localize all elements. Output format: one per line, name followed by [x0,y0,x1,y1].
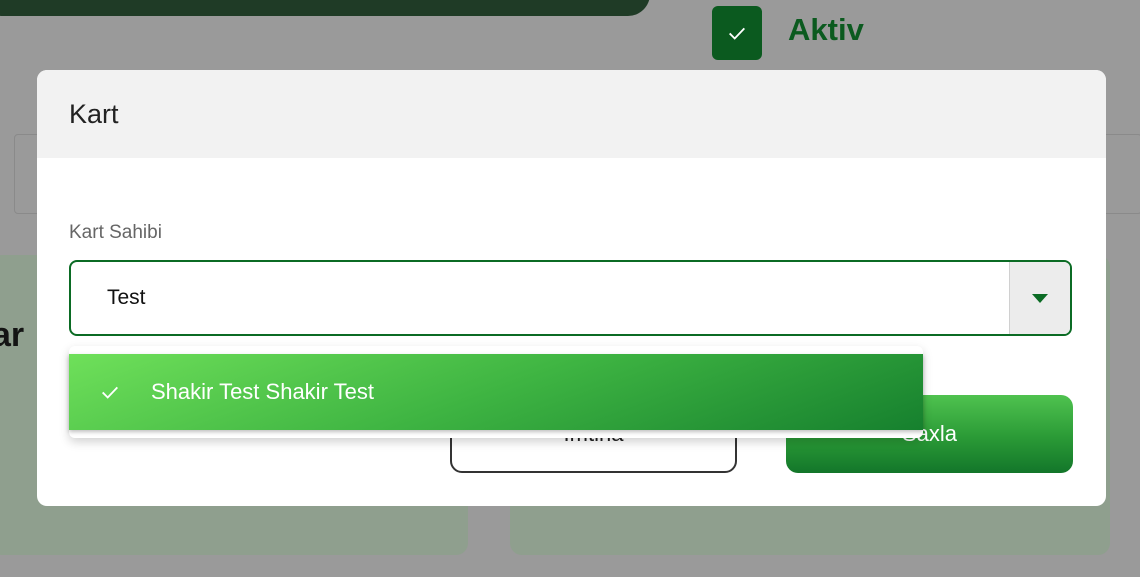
checkmark-icon [102,386,118,399]
modal-title: Kart [69,98,119,129]
aktiv-label: Aktiv [788,12,864,47]
card-owner-label: Kart Sahibi [69,222,162,243]
aktiv-checkbox[interactable] [712,6,762,60]
modal-header: Kart [37,70,1106,158]
card-owner-dropdown: Shakir Test Shakir Test [69,346,923,438]
dropdown-option-label: Shakir Test Shakir Test [151,379,374,404]
select-toggle-button[interactable] [1009,262,1070,334]
background-top-bar [0,0,650,16]
checkmark-icon [729,27,745,40]
card-owner-value: Test [107,286,146,309]
background-card-text: ar [0,316,25,354]
card-owner-select[interactable]: Test [69,260,1072,336]
dropdown-option-selected[interactable]: Shakir Test Shakir Test [69,354,923,430]
card-modal: Kart Kart Sahibi Test İmtina Saxla [37,70,1106,506]
caret-down-icon [1032,293,1048,303]
